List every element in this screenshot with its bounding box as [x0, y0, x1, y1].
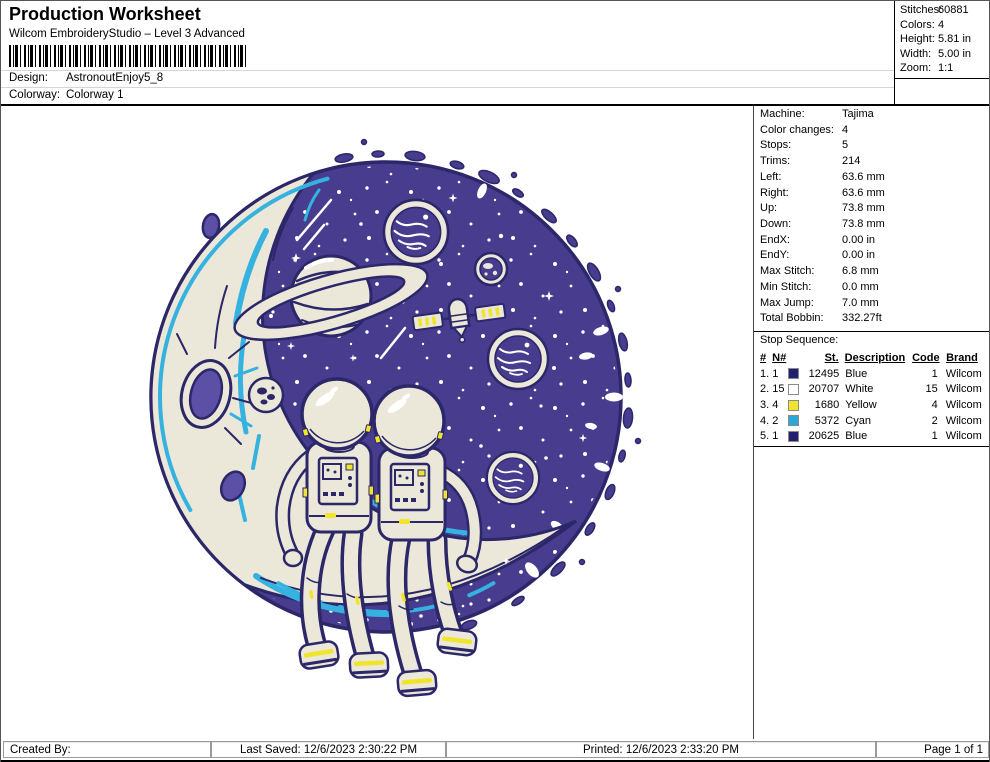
planet-striped-top [382, 198, 450, 266]
stat-row: Colors: 4 [900, 18, 945, 31]
thread-color-swatch [788, 399, 800, 411]
stop-sequence-row: 4. 2 5372 Cyan 2 Wilcom [760, 414, 982, 427]
stop-sequence-row: 2. 15 20707 White 15 Wilcom [760, 383, 982, 396]
stat-row: Height: 5.81 in [900, 33, 972, 46]
info-row: Machine: Tajima [760, 108, 874, 120]
stat-row: Zoom: 1:1 [900, 62, 954, 75]
barcode-icon [9, 45, 246, 67]
boot [435, 626, 479, 658]
planet-speckled [247, 376, 285, 414]
app-subtitle: Wilcom EmbroideryStudio – Level 3 Advanc… [9, 28, 245, 40]
machine-info-panel: Machine: Tajima Color changes: 4 Stops: 5 T… [753, 106, 989, 739]
stat-row: Stitches: 60881 [900, 4, 969, 16]
header: Production Worksheet Wilcom EmbroiderySt… [1, 1, 989, 106]
design-label: Design: [9, 72, 48, 84]
stop-sequence-row: 3. 4 1680 Yellow 4 Wilcom [760, 398, 982, 411]
helmet [300, 377, 374, 451]
production-worksheet-page: Production Worksheet Wilcom EmbroiderySt… [0, 0, 990, 762]
last-saved-cell: Last Saved: 12/6/2023 2:30:22 PM [211, 741, 446, 758]
info-row: EndX: 0.00 in [760, 233, 876, 246]
boot [296, 638, 342, 672]
thread-color-swatch [788, 415, 800, 427]
footer: Created By: Last Saved: 12/6/2023 2:30:2… [1, 739, 989, 762]
embroidery-artwork [149, 138, 642, 699]
thread-color-swatch [788, 430, 800, 442]
divider [754, 446, 989, 448]
planet-striped-right [486, 327, 550, 391]
info-row: Right: 63.6 mm [760, 186, 885, 199]
info-row: Min Stitch: 0.0 mm [760, 280, 879, 293]
info-row: Total Bobbin: 332.27ft [760, 312, 882, 325]
stop-sequence-row: 5. 1 20625 Blue 1 Wilcom [760, 430, 982, 443]
page-title: Production Worksheet [9, 4, 201, 24]
thread-color-swatch [788, 368, 800, 380]
planet-striped-lower [485, 450, 541, 506]
divider [1, 87, 894, 88]
info-row: Max Jump: 7.0 mm [760, 296, 879, 309]
design-value: AstronoutEnjoy5_8 [66, 72, 164, 84]
stop-sequence-section: Stop Sequence: # N# St. Description Code… [754, 331, 989, 448]
info-row: Up: 73.8 mm [760, 202, 885, 215]
stop-sequence-title: Stop Sequence: [760, 334, 839, 347]
info-row: Down: 73.8 mm [760, 218, 885, 231]
helmet [372, 384, 446, 458]
colorway-row: Colorway: Colorway 1 [9, 89, 124, 101]
info-row: Left: 63.6 mm [760, 170, 885, 183]
glove [282, 548, 304, 568]
page-number-cell: Page 1 of 1 [876, 741, 989, 758]
stop-sequence-row: 1. 1 12495 Blue 1 Wilcom [760, 367, 982, 380]
design-name-row: Design: AstronoutEnjoy5_8 [9, 72, 163, 84]
boot [395, 667, 439, 699]
colorway-value: Colorway 1 [66, 89, 124, 101]
printed-cell: Printed: 12/6/2023 2:33:20 PM [446, 741, 876, 758]
divider [1, 70, 894, 71]
design-preview [1, 106, 753, 739]
thread-color-swatch [788, 383, 800, 395]
stat-row: Width: 5.00 in [900, 47, 972, 60]
planet-small [473, 251, 509, 287]
stop-sequence-header-row: # N# St. Description Code Brand [760, 351, 978, 364]
info-row: Color changes: 4 [760, 123, 849, 136]
info-row: Max Stitch: 6.8 mm [760, 265, 879, 278]
created-by-cell: Created By: [3, 741, 211, 758]
colorway-label: Colorway: [9, 89, 61, 101]
info-row: EndY: 0.00 in [760, 249, 876, 262]
boot [347, 650, 391, 680]
info-row: Trims: 214 [760, 155, 861, 168]
stats-box: Stitches: 60881 Colors: 4 Height: 5.81 in W… [894, 1, 989, 104]
info-row: Stops: 5 [760, 139, 849, 152]
